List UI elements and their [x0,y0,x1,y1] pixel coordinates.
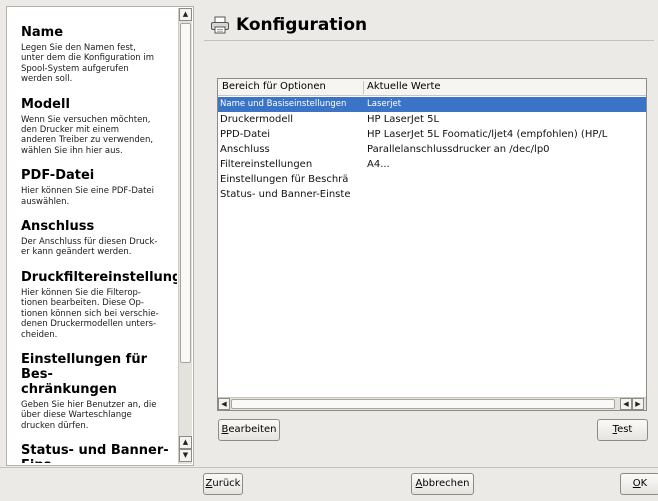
row-area: Einstellungen für Beschrä [220,174,349,185]
dialog-header: Konfiguration [210,13,650,39]
table-header: Bereich für Optionen Aktuelle Werte [218,79,646,96]
help-heading-name: Name [21,25,64,40]
row-value: Parallelanschlussdrucker an /dec/lp0 [367,144,550,155]
header-divider [204,40,654,41]
scroll-up-button[interactable]: ▲ [179,8,192,21]
help-scrollbar-thumb[interactable] [180,23,191,363]
row-area: Name und Basiseinstellungen [220,99,347,109]
triangle-down-icon: ▼ [182,451,189,459]
scroll-left-button-right[interactable]: ◀ [620,398,632,410]
help-text-restrictions: Geben Sie hier Benutzer an, die über die… [21,399,157,431]
help-text-filter: Hier können Sie die Filterop- tionen bea… [21,287,159,340]
help-heading-restrictions: Einstellungen für Bes- chränkungen [21,351,148,397]
scroll-left-button[interactable]: ◀ [218,398,230,410]
help-pane: Name Legen Sie den Namen fest, unter dem… [6,6,194,466]
edit-label: earbeiten [228,424,277,435]
table-row[interactable]: Filtereinstellungen A4... [218,157,646,172]
row-area: Filtereinstellungen [220,159,313,170]
row-area: Status- und Banner-Einste [220,189,351,200]
help-text-pdf: Hier können Sie eine PDF-Datei auswählen… [21,186,154,207]
back-label: urück [212,478,241,489]
scroll-right-button[interactable]: ▶ [632,398,644,410]
help-scrollbar[interactable]: ▲ ▲ ▼ [178,8,192,464]
row-area: Druckermodell [220,114,294,125]
ok-button[interactable]: OK [620,473,658,495]
triangle-left-icon: ◀ [623,400,629,408]
table-body: Name und Basiseinstellungen Laserjet Dru… [218,97,646,202]
column-header-area[interactable]: Bereich für Optionen [222,79,362,95]
row-value: HP LaserJet 5L [367,114,440,125]
row-value: HP LaserJet 5L Foomatic/ljet4 (empfohlen… [367,129,608,140]
test-button[interactable]: Test [597,419,648,441]
scroll-up-button-lower[interactable]: ▲ [179,436,192,449]
table-row[interactable]: PPD-Datei HP LaserJet 5L Foomatic/ljet4 … [218,127,646,142]
options-table[interactable]: Bereich für Optionen Aktuelle Werte Name… [217,78,647,411]
table-row[interactable]: Name und Basiseinstellungen Laserjet [218,97,646,112]
triangle-right-icon: ▶ [635,400,641,408]
row-value: Laserjet [367,99,402,109]
table-row[interactable]: Status- und Banner-Einste [218,187,646,202]
triangle-up-icon: ▲ [182,438,189,446]
row-value: A4... [367,159,390,170]
help-text-name: Legen Sie den Namen fest, unter dem die … [21,43,155,85]
ok-label: K [640,478,648,489]
horizontal-scrollbar[interactable]: ◀ ◀ ▶ [218,397,646,410]
help-heading-pdf: PDF-Datei [21,168,95,184]
cancel-label: bbrechen [422,478,470,489]
printer-configuration-dialog: Name Legen Sie den Namen fest, unter dem… [0,0,658,501]
table-row[interactable]: Druckermodell HP LaserJet 5L [218,112,646,127]
footer-divider [0,467,658,468]
horizontal-scrollbar-thumb[interactable] [231,399,615,409]
cancel-button[interactable]: Abbrechen [411,473,474,495]
row-area: Anschluss [220,144,270,155]
test-label: est [617,424,633,435]
help-text-model: Wenn Sie versuchen möchten, den Drucker … [21,114,154,156]
column-header-values[interactable]: Aktuelle Werte [367,79,627,95]
page-title: Konfiguration [236,15,368,35]
scroll-down-button[interactable]: ▼ [179,449,192,462]
printer-icon [211,16,229,34]
help-heading-model: Modell [21,96,70,112]
help-heading-port: Anschluss [21,219,95,235]
triangle-left-icon: ◀ [221,400,227,408]
edit-button[interactable]: Bearbeiten [218,419,280,441]
help-heading-filter: Druckfiltereinstellungen [21,269,177,285]
help-heading-status: Status- und Banner-Eins- [21,443,169,463]
help-text-port: Der Anschluss für diesen Druck- er kann … [21,237,158,258]
back-button[interactable]: Zurück [203,473,243,495]
column-separator [363,81,364,94]
triangle-up-icon: ▲ [182,10,189,18]
ok-mnemonic: O [632,478,641,489]
help-text: Name Legen Sie den Namen fest, unter dem… [9,9,177,463]
table-row[interactable]: Einstellungen für Beschrä [218,172,646,187]
table-row[interactable]: Anschluss Parallelanschlussdrucker an /d… [218,142,646,157]
row-area: PPD-Datei [220,129,271,140]
